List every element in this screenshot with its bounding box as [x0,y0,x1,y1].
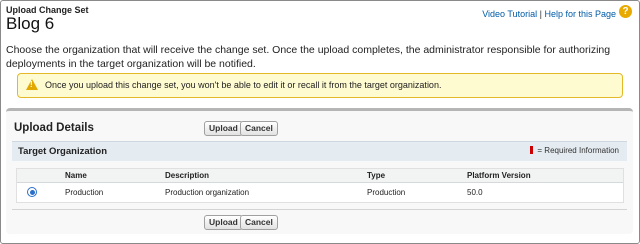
intro-text: Choose the organization that will receiv… [6,44,611,70]
org-radio-button[interactable] [27,187,37,197]
column-header-description: Description [161,169,363,183]
table-row[interactable]: Production Production organization Produ… [17,183,623,202]
column-header-name: Name [61,169,161,183]
table-header-row: Name Description Type Platform Version [17,169,623,183]
video-tutorial-link[interactable]: Video Tutorial [482,9,537,19]
org-platform-version-cell: 50.0 [467,187,483,197]
page-title: Blog 6 [6,14,55,33]
org-type-cell: Production [367,187,406,197]
upload-button-bottom[interactable]: Upload [204,215,243,230]
warning-text: Once you upload this change set, you won… [45,80,442,90]
select-cell [17,183,61,202]
link-separator: | [539,9,542,19]
org-name-cell: Production [65,187,104,197]
help-for-page-link[interactable]: Help for this Page [544,9,616,19]
warning-message: ! Once you upload this change set, you w… [17,73,623,98]
target-org-table: Name Description Type Platform Version P… [16,168,624,203]
cancel-button-top[interactable]: Cancel [240,121,278,136]
column-header-type: Type [363,169,463,183]
target-organization-header: Target Organization = Required Informati… [12,141,627,161]
org-description-cell: Production organization [165,187,250,197]
section-divider [12,209,627,210]
upload-details-section: Upload Details Upload Cancel Target Orga… [6,108,633,234]
upload-button-top[interactable]: Upload [204,121,243,136]
cancel-button-bottom[interactable]: Cancel [240,215,278,230]
select-column-header [17,169,61,183]
warning-icon: ! [26,79,38,90]
section-title: Upload Details [14,122,94,134]
help-links: Video Tutorial | Help for this Page [482,9,616,19]
required-info-legend: = Required Information [530,146,619,155]
column-header-platform-version: Platform Version [463,169,623,183]
target-organization-title: Target Organization [18,146,108,157]
required-marker [530,146,534,154]
help-icon[interactable]: ? [619,5,632,18]
